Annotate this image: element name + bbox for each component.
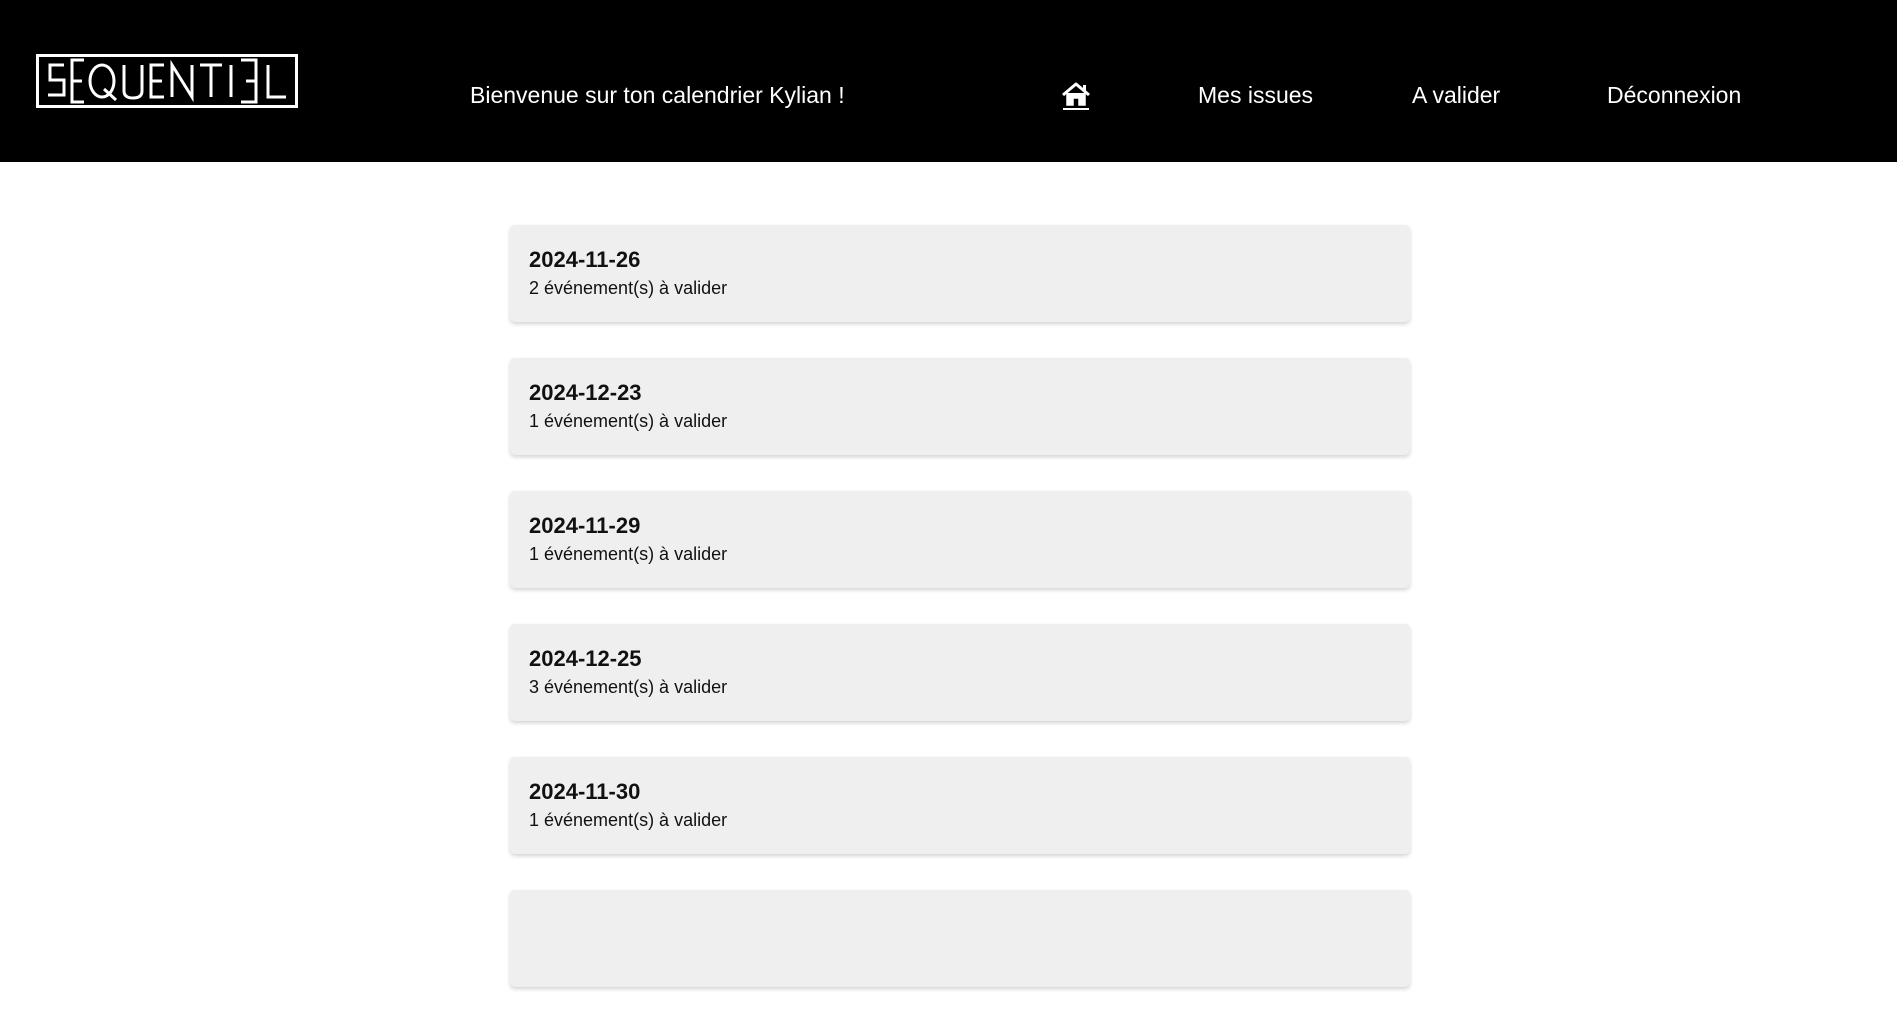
day-date: 2024-12-23 (529, 380, 642, 405)
day-card[interactable]: 2024-11-30 1 événement(s) à valider (510, 757, 1410, 854)
day-card[interactable]: 2024-12-23 1 événement(s) à valider (510, 358, 1410, 455)
day-pending-count: 3 événement(s) à valider (529, 677, 728, 697)
day-date: 2024-12-25 (529, 646, 642, 671)
pending-days-list: 2024-11-26 2 événement(s) à valider 2024… (510, 225, 1410, 1023)
day-pending-count: 1 événement(s) à valider (529, 810, 728, 830)
day-pending-count: 1 événement(s) à valider (529, 544, 728, 564)
top-header: Bienvenue sur ton calendrier Kylian ! Me… (0, 0, 1897, 162)
day-pending-count: 2 événement(s) à valider (529, 278, 728, 298)
sequentiel-logo[interactable] (36, 54, 298, 108)
day-date: 2024-11-30 (529, 779, 641, 804)
day-date: 2024-11-26 (529, 247, 641, 272)
day-pending-count: 1 événement(s) à valider (529, 411, 728, 431)
day-card[interactable]: 2024-11-26 2 événement(s) à valider (510, 225, 1410, 322)
day-card[interactable]: 2024-12-25 3 événement(s) à valider (510, 624, 1410, 721)
day-date: 2024-11-29 (529, 513, 641, 538)
day-card-partial[interactable] (510, 890, 1410, 987)
nav-to-validate[interactable]: A valider (1412, 82, 1500, 109)
nav-logout[interactable]: Déconnexion (1607, 82, 1741, 109)
nav-my-issues[interactable]: Mes issues (1198, 82, 1313, 109)
welcome-message: Bienvenue sur ton calendrier Kylian ! (470, 82, 845, 108)
day-card[interactable]: 2024-11-29 1 événement(s) à valider (510, 491, 1410, 588)
home-icon[interactable] (1060, 80, 1092, 110)
